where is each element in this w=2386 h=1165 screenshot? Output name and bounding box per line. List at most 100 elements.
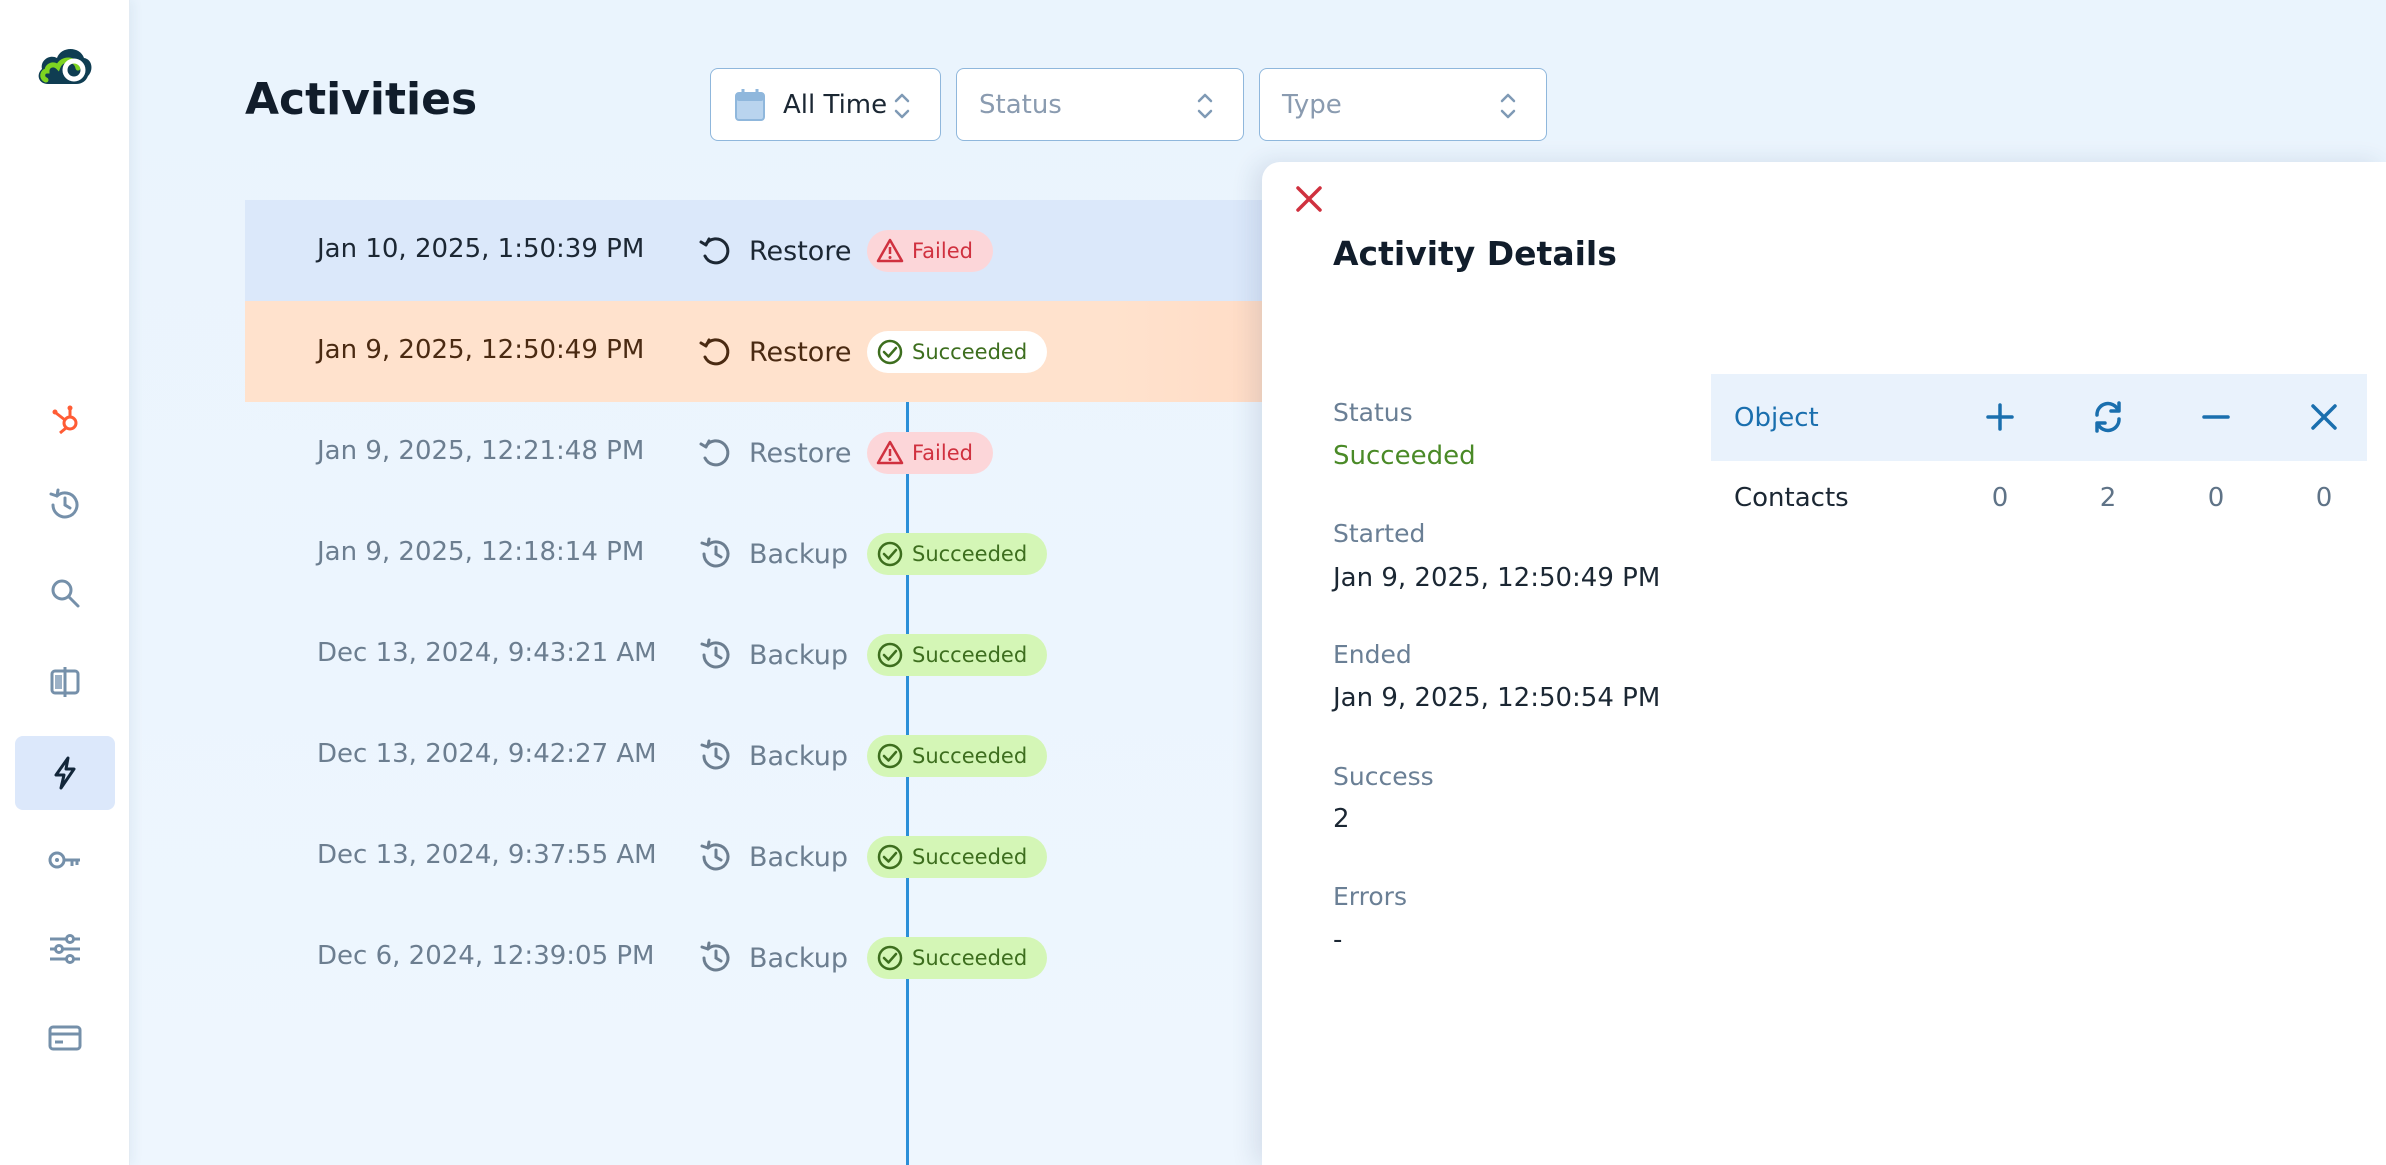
- activity-row[interactable]: Dec 6, 2024, 12:39:05 PM Backup Succeede…: [245, 907, 1265, 1008]
- compare-icon: [50, 667, 80, 697]
- activity-row[interactable]: Dec 13, 2024, 9:37:55 AM Backup Succeede…: [245, 806, 1265, 907]
- started-value: Jan 9, 2025, 12:50:49 PM: [1333, 563, 1661, 593]
- status-badge: Succeeded: [867, 533, 1048, 575]
- restore-icon: [699, 439, 730, 467]
- status-badge-label: Succeeded: [912, 340, 1028, 364]
- status-badge-label: Succeeded: [912, 744, 1028, 768]
- status-badge: Succeeded: [867, 836, 1048, 878]
- billing-card-icon: [48, 1025, 82, 1051]
- settings-sliders-icon: [50, 934, 80, 964]
- nav-history[interactable]: [15, 468, 115, 542]
- failed-icon: [2311, 404, 2337, 430]
- status-badge: Succeeded: [867, 634, 1048, 676]
- check-circle-icon: [877, 945, 903, 971]
- activity-type: Backup: [697, 535, 848, 573]
- activity-date: Jan 9, 2025, 12:18:14 PM: [317, 537, 645, 567]
- started-label: Started: [1333, 519, 1426, 548]
- activity-row[interactable]: Jan 9, 2025, 12:21:48 PM Restore Failed: [245, 402, 1265, 503]
- activity-type-label: Backup: [749, 942, 848, 974]
- search-icon: [51, 579, 80, 608]
- status-badge: Failed: [867, 230, 993, 272]
- activity-row[interactable]: Jan 9, 2025, 12:50:49 PM Restore Succeed…: [245, 301, 1265, 402]
- status-badge-label: Succeeded: [912, 946, 1028, 970]
- added-count: 0: [1991, 483, 2009, 513]
- status-badge: Succeeded: [867, 735, 1048, 777]
- hubspot-icon: [52, 405, 78, 435]
- app-logo[interactable]: [34, 40, 94, 88]
- time-filter-select[interactable]: All Time: [710, 68, 941, 141]
- updated-count: 2: [2099, 483, 2117, 513]
- check-circle-icon: [877, 339, 903, 365]
- status-badge-label: Failed: [912, 239, 973, 263]
- nav-search[interactable]: [15, 556, 115, 630]
- object-column-header: Object: [1734, 403, 1819, 433]
- nav-activities[interactable]: [15, 736, 115, 810]
- nav-compare[interactable]: [15, 645, 115, 719]
- check-circle-icon: [877, 844, 903, 870]
- activity-type: Backup: [697, 939, 848, 977]
- activity-type: Backup: [697, 838, 848, 876]
- activity-type-label: Backup: [749, 740, 848, 772]
- check-circle-icon: [877, 642, 903, 668]
- activity-row[interactable]: Dec 13, 2024, 9:43:21 AM Backup Succeede…: [245, 604, 1265, 705]
- activity-type-label: Backup: [749, 841, 848, 873]
- nav-keys[interactable]: [15, 823, 115, 897]
- removed-count: 0: [2207, 483, 2225, 513]
- activity-row[interactable]: Jan 9, 2025, 12:18:14 PM Backup Succeede…: [245, 503, 1265, 604]
- check-circle-icon: [877, 541, 903, 567]
- status-badge-label: Failed: [912, 441, 973, 465]
- panel-title: Activity Details: [1333, 234, 1617, 273]
- activity-details-panel: Activity Details Status Succeeded Starte…: [1262, 162, 2386, 1165]
- activity-type-label: Backup: [749, 538, 848, 570]
- activity-row[interactable]: Dec 13, 2024, 9:42:27 AM Backup Succeede…: [245, 705, 1265, 806]
- chevron-updown-icon: [894, 93, 910, 119]
- activity-date: Jan 9, 2025, 12:50:49 PM: [317, 335, 645, 365]
- key-icon: [48, 851, 80, 869]
- activity-type: Restore: [697, 232, 851, 270]
- activity-date: Dec 13, 2024, 9:37:55 AM: [317, 840, 657, 870]
- nav-settings[interactable]: [15, 912, 115, 986]
- activity-type-label: Restore: [749, 437, 852, 469]
- restore-icon: [699, 338, 730, 366]
- chevron-updown-icon: [1500, 93, 1516, 119]
- status-value: Succeeded: [1333, 441, 1476, 471]
- status-badge-label: Succeeded: [912, 643, 1028, 667]
- object-name: Contacts: [1734, 483, 1849, 513]
- nav-hubspot[interactable]: [15, 383, 115, 457]
- backup-history-icon: [700, 840, 730, 871]
- ended-value: Jan 9, 2025, 12:50:54 PM: [1333, 683, 1661, 713]
- status-badge: Succeeded: [867, 331, 1048, 373]
- removed-icon: [2202, 415, 2230, 419]
- type-filter-select[interactable]: Type: [1259, 68, 1547, 141]
- activity-list: Jan 10, 2025, 1:50:39 PM Restore Failed …: [245, 200, 1265, 1008]
- status-filter-placeholder: Status: [979, 89, 1062, 120]
- table-row: Contacts 0 2 0 0: [1711, 461, 2367, 541]
- object-results-table: Object Contacts 0 2 0 0: [1711, 374, 2367, 541]
- backup-history-icon: [700, 537, 730, 568]
- activity-row[interactable]: Jan 10, 2025, 1:50:39 PM Restore Failed: [245, 200, 1265, 301]
- activity-type: Restore: [697, 434, 851, 472]
- type-filter-placeholder: Type: [1282, 89, 1342, 120]
- page-title: Activities: [245, 74, 478, 125]
- status-badge: Succeeded: [867, 937, 1048, 979]
- activity-date: Dec 6, 2024, 12:39:05 PM: [317, 941, 655, 971]
- time-filter-value: All Time: [783, 89, 888, 120]
- activity-date: Dec 13, 2024, 9:43:21 AM: [317, 638, 657, 668]
- warning-icon: [876, 440, 904, 465]
- status-filter-select[interactable]: Status: [956, 68, 1244, 141]
- backup-history-icon: [700, 638, 730, 669]
- nav-billing[interactable]: [15, 1001, 115, 1075]
- activity-type: Backup: [697, 636, 848, 674]
- restore-icon: [699, 237, 730, 265]
- activity-type-label: Backup: [749, 639, 848, 671]
- status-badge-label: Succeeded: [912, 542, 1028, 566]
- ended-label: Ended: [1333, 640, 1412, 669]
- close-icon[interactable]: [1292, 182, 1326, 216]
- status-label: Status: [1333, 398, 1413, 427]
- chevron-updown-icon: [1197, 93, 1213, 119]
- activity-date: Jan 9, 2025, 12:21:48 PM: [317, 436, 645, 466]
- status-badge-label: Succeeded: [912, 845, 1028, 869]
- activity-type: Backup: [697, 737, 848, 775]
- failed-count: 0: [2315, 483, 2333, 513]
- backup-history-icon: [700, 941, 730, 972]
